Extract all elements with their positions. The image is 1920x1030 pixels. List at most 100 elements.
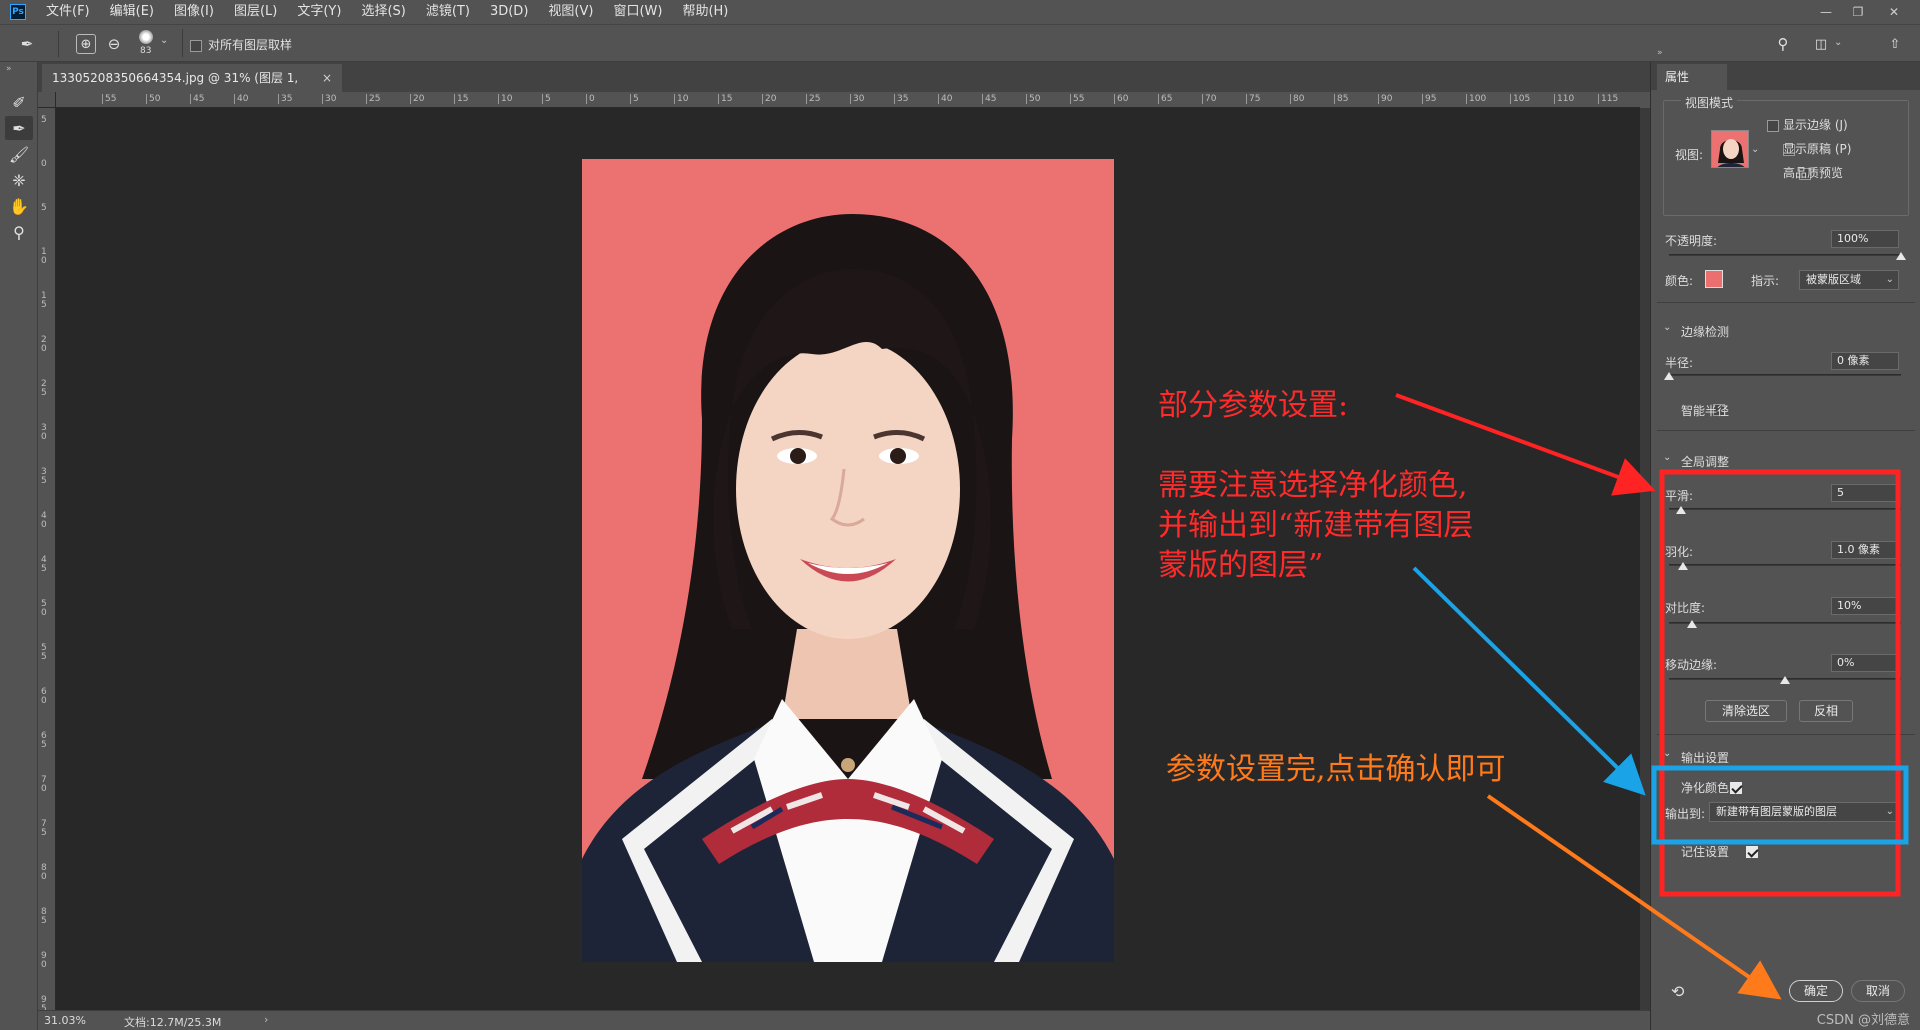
view-label: 视图:	[1675, 148, 1704, 162]
divider	[1657, 430, 1915, 431]
ruler-tick-label: 75	[41, 819, 47, 838]
smooth-slider[interactable]	[1669, 508, 1901, 510]
chevron-down-icon[interactable]: ⌄	[1663, 322, 1671, 333]
menu-view[interactable]: 视图(V)	[538, 0, 603, 24]
refine-brush-preset-icon[interactable]: ✒	[14, 33, 40, 55]
document-size: 文档:12.7M/25.3M	[124, 1016, 222, 1029]
shift-edge-field[interactable]: 0%	[1831, 654, 1899, 672]
chevron-down-icon[interactable]: ⌄	[1834, 37, 1842, 48]
workspace-icon[interactable]: ◫	[1810, 33, 1832, 55]
output-to-dropdown[interactable]: 新建带有图层蒙版的图层 ⌄	[1709, 802, 1899, 822]
document-tab[interactable]: 13305208350664354.jpg @ 31% (图层 1, RGB/8…	[42, 64, 342, 113]
ruler-tick-label: 60	[1114, 94, 1128, 104]
minimize-icon[interactable]: —	[1808, 0, 1844, 24]
subtract-selection-icon[interactable]: ⊖	[104, 34, 124, 54]
output-settings-title[interactable]: 输出设置	[1681, 749, 1729, 766]
sample-all-layers-checkbox[interactable]	[190, 39, 202, 52]
share-icon[interactable]: ⇧	[1884, 33, 1906, 55]
ruler-tick-label: 20	[762, 94, 776, 104]
horizontal-ruler[interactable]: 55 50 45 40 35 30 25 20 15 10 5 0 5 10 15 20 25 30 35 40 45 5…	[56, 92, 1640, 108]
invert-button[interactable]: 反相	[1799, 700, 1853, 722]
global-refine-title[interactable]: 全局调整	[1681, 453, 1729, 470]
ruler-tick-label: 55	[1070, 94, 1084, 104]
edge-detection-title[interactable]: 边缘检测	[1681, 323, 1729, 340]
menu-edit[interactable]: 编辑(E)	[100, 0, 164, 24]
smooth-label: 平滑:	[1665, 489, 1694, 503]
indicate-value: 被蒙版区域	[1806, 273, 1861, 286]
opacity-slider-thumb[interactable]	[1896, 252, 1906, 260]
ruler-tick-label: 85	[1334, 94, 1348, 104]
menu-3d[interactable]: 3D(D)	[480, 0, 538, 24]
vertical-ruler[interactable]: 5 0 5 10 15 20 25 30 35 40 45 50 55 60 65 70 75 80 85 90 95	[38, 108, 56, 1010]
radius-slider[interactable]	[1669, 374, 1901, 376]
vertical-scrollbar[interactable]	[1640, 108, 1650, 1010]
ruler-origin[interactable]	[38, 92, 56, 108]
chevron-down-icon[interactable]: ⌄	[1663, 452, 1671, 463]
ok-button[interactable]: 确定	[1789, 980, 1843, 1002]
menu-filter[interactable]: 滤镜(T)	[416, 0, 480, 24]
contrast-slider[interactable]	[1669, 622, 1901, 624]
hand-tool-icon[interactable]: ✋	[5, 194, 33, 218]
annotation-note-line1: 需要注意选择净化颜色,	[1158, 468, 1468, 503]
ruler-tick-label: 35	[894, 94, 908, 104]
zoom-level[interactable]: 31.03%	[44, 1014, 86, 1027]
feather-field[interactable]: 1.0 像素	[1831, 541, 1899, 559]
search-icon[interactable]: ⚲	[1772, 33, 1794, 55]
close-tab-icon[interactable]: ×	[322, 64, 332, 92]
indicate-label: 指示:	[1751, 274, 1780, 288]
menu-layer[interactable]: 图层(L)	[224, 0, 287, 24]
indicate-dropdown[interactable]: 被蒙版区域 ⌄	[1799, 270, 1899, 290]
quick-selection-tool-icon[interactable]: ✐	[5, 90, 33, 114]
mask-color-swatch[interactable]	[1705, 270, 1723, 288]
ruler-tick-label: 90	[41, 951, 47, 970]
zoom-tool-icon[interactable]: ⚲	[5, 220, 33, 244]
close-icon[interactable]: ✕	[1876, 0, 1912, 24]
opacity-slider[interactable]	[1669, 254, 1901, 256]
restore-icon[interactable]: ❐	[1840, 0, 1876, 24]
menu-select[interactable]: 选择(S)	[351, 0, 415, 24]
ruler-tick-label: 20	[41, 335, 47, 354]
annotation-params-title: 部分参数设置:	[1158, 388, 1349, 423]
menu-type[interactable]: 文字(Y)	[287, 0, 351, 24]
brush-tip-icon[interactable]	[139, 30, 153, 44]
output-to-label: 输出到:	[1665, 807, 1706, 821]
divider	[1657, 302, 1915, 303]
lasso-tool-icon[interactable]: ❈	[5, 168, 33, 192]
refine-edge-brush-tool-icon[interactable]: ✒	[5, 116, 33, 140]
reset-icon[interactable]: ⟲	[1671, 982, 1684, 1001]
divider	[1657, 734, 1915, 735]
menu-help[interactable]: 帮助(H)	[672, 0, 738, 24]
collapse-icon[interactable]: »	[6, 64, 12, 74]
tab-properties[interactable]: 属性	[1657, 64, 1727, 90]
ruler-tick-label: 10	[41, 247, 47, 266]
ruler-tick-label: 5	[542, 94, 551, 104]
menu-image[interactable]: 图像(I)	[164, 0, 224, 24]
collapse-icon[interactable]: »	[1657, 48, 1663, 58]
opacity-field[interactable]: 100%	[1831, 230, 1899, 248]
show-edge-checkbox[interactable]	[1767, 119, 1779, 132]
decontaminate-colors-checkbox[interactable]	[1729, 781, 1742, 794]
clear-selection-button[interactable]: 清除选区	[1705, 700, 1787, 722]
radius-slider-thumb[interactable]	[1664, 372, 1674, 380]
smooth-slider-thumb[interactable]	[1675, 506, 1686, 514]
menu-window[interactable]: 窗口(W)	[603, 0, 672, 24]
contrast-field[interactable]: 10%	[1831, 597, 1899, 615]
ruler-tick-label: 45	[982, 94, 996, 104]
cancel-button[interactable]: 取消	[1851, 980, 1905, 1002]
view-thumbnail[interactable]	[1711, 130, 1749, 168]
shift-edge-slider-thumb[interactable]	[1780, 676, 1790, 684]
ruler-tick-label: 45	[190, 94, 204, 104]
chevron-down-icon[interactable]: ⌄	[1751, 144, 1759, 155]
smooth-field[interactable]: 5	[1831, 484, 1899, 502]
feather-slider-thumb[interactable]	[1677, 562, 1688, 570]
radius-field[interactable]: 0 像素	[1831, 352, 1899, 370]
chevron-down-icon[interactable]: ⌄	[1663, 748, 1671, 759]
menu-file[interactable]: 文件(F)	[36, 0, 100, 24]
add-to-selection-icon[interactable]: ⊕	[76, 34, 96, 54]
chevron-down-icon[interactable]: ⌄	[160, 35, 168, 46]
remember-settings-checkbox[interactable]	[1745, 845, 1758, 858]
status-menu-arrow[interactable]: ›	[264, 1013, 268, 1026]
contrast-slider-thumb[interactable]	[1687, 620, 1698, 628]
feather-slider[interactable]	[1669, 564, 1901, 566]
brush-tool-icon[interactable]: 🖌	[5, 142, 33, 166]
